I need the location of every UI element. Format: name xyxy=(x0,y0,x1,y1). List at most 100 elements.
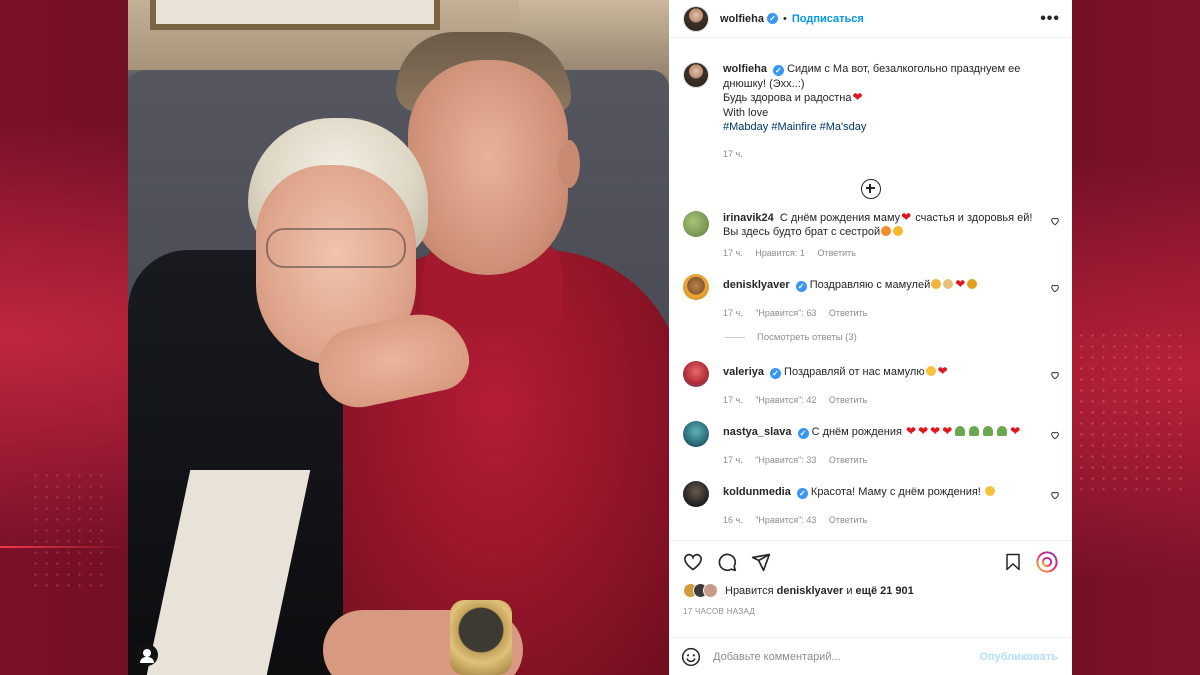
comment-text: denisklyaver ✓ Поздравляю с мамулей ❤ xyxy=(723,274,1038,300)
comment-text: irinavik24 С днём рождения маму❤ счастья… xyxy=(723,211,1038,240)
follow-button[interactable]: Подписаться xyxy=(792,13,864,25)
reply-button[interactable]: Ответить xyxy=(829,308,867,318)
comment-time: 17 ч. xyxy=(723,307,743,318)
heart-emoji: ❤ xyxy=(930,423,941,438)
comment-meta: 17 ч. Нравится: 1 Ответить xyxy=(723,248,1072,258)
comment-likes[interactable]: "Нравится": 43 xyxy=(755,515,816,525)
post-actions: Нравится denisklyaver и ещё 21 901 17 ЧА… xyxy=(669,540,1072,616)
commenter-avatar[interactable] xyxy=(683,273,709,300)
comment-item: nastya_slava ✓ С днём рождения ❤ ❤ ❤ ❤ ❤ xyxy=(669,420,1072,447)
tree-emoji xyxy=(983,425,994,436)
likes-user-link[interactable]: denisklyaver xyxy=(777,585,844,597)
caption-line1: Сидим с Ма вот, безалкогольно празднуем … xyxy=(787,63,1021,75)
add-circle-icon[interactable] xyxy=(860,178,881,199)
action-icons xyxy=(683,551,1058,573)
emoji-icon[interactable] xyxy=(681,647,701,667)
heart-emoji: ❤ xyxy=(942,423,953,438)
like-comment-heart-icon[interactable] xyxy=(1050,283,1060,293)
comment-likes[interactable]: "Нравится": 33 xyxy=(755,455,816,465)
bookmark-icon[interactable] xyxy=(1004,552,1022,572)
commenter-username[interactable]: nastya_slava xyxy=(723,426,792,438)
view-replies-button[interactable]: Посмотреть ответы (3) xyxy=(725,332,1072,343)
hashtag-link[interactable]: #Ma'sday xyxy=(820,121,867,133)
reply-button[interactable]: Ответить xyxy=(829,455,867,465)
tree-emoji xyxy=(997,425,1008,436)
separator-dot: • xyxy=(783,12,787,25)
comments-scroll-area[interactable]: wolfieha ✓ Сидим с Ма вот, безалкогольно … xyxy=(669,38,1072,540)
comment-time: 17 ч. xyxy=(723,394,743,405)
commenter-avatar[interactable] xyxy=(683,360,709,387)
caption-line4: With love xyxy=(723,106,769,119)
man-ear xyxy=(558,140,580,188)
caption-avatar[interactable] xyxy=(683,62,709,88)
author-username[interactable]: wolfieha xyxy=(720,13,764,25)
wristwatch xyxy=(450,600,512,675)
hashtag-link[interactable]: #Mainfire xyxy=(771,121,816,133)
share-icon[interactable] xyxy=(751,552,771,572)
verified-icon: ✓ xyxy=(769,367,781,379)
like-comment-heart-icon[interactable] xyxy=(1050,216,1060,226)
commenter-username[interactable]: koldunmedia xyxy=(723,486,791,498)
comment-text: valeriya ✓ Поздравляй от нас мамулю ❤ xyxy=(723,361,1038,387)
comment-icon[interactable] xyxy=(717,552,737,572)
glasses xyxy=(266,228,406,268)
kiss-emoji xyxy=(925,365,936,376)
reply-button[interactable]: Ответить xyxy=(829,515,867,525)
comment-item: koldunmedia ✓ Красота! Маму с днём рожден… xyxy=(669,480,1072,507)
likes-prefix: Нравится xyxy=(725,584,774,597)
decorative-dots xyxy=(1076,330,1186,490)
comment-input[interactable]: Добавьте комментарий... xyxy=(713,651,841,663)
clap-emoji xyxy=(931,278,942,289)
commenter-avatar[interactable] xyxy=(683,210,709,237)
post-photo[interactable] xyxy=(128,0,669,675)
author-avatar[interactable] xyxy=(683,5,709,32)
tree-emoji xyxy=(969,425,980,436)
more-options-icon[interactable]: ••• xyxy=(1040,10,1060,28)
verified-icon: ✓ xyxy=(796,487,808,499)
comment-body: Поздравляю с мамулей xyxy=(809,278,931,291)
commenter-username[interactable]: denisklyaver xyxy=(723,279,790,291)
comment-text: nastya_slava ✓ С днём рождения ❤ ❤ ❤ ❤ ❤ xyxy=(723,421,1038,447)
comment-body: С днём рождения xyxy=(811,425,902,438)
publish-button[interactable]: Опубликовать xyxy=(979,651,1058,663)
commenter-username[interactable]: irinavik24 xyxy=(723,212,774,224)
caption-username[interactable]: wolfieha xyxy=(723,63,767,75)
commenter-avatar[interactable] xyxy=(683,420,709,447)
view-replies-label[interactable]: Посмотреть ответы (3) xyxy=(757,332,857,343)
fire-emoji xyxy=(881,226,892,236)
commenter-avatar[interactable] xyxy=(683,480,709,507)
caption-time-text: 17 ч. xyxy=(723,148,743,159)
heart-emoji: ❤ xyxy=(1010,423,1021,438)
comment-item: irinavik24 С днём рождения маму❤ счастья… xyxy=(669,210,1072,240)
likes-count[interactable]: ещё 21 901 xyxy=(856,585,914,597)
like-comment-heart-icon[interactable] xyxy=(1050,430,1060,440)
likes-and: и xyxy=(846,584,853,597)
post-timestamp: 17 ЧАСОВ НАЗАД xyxy=(683,607,756,616)
comment-body: Поздравляй от нас мамулю xyxy=(784,365,925,378)
heart-emoji: ❤ xyxy=(906,423,917,438)
comment-body: С днём рождения маму xyxy=(779,211,901,224)
tree-emoji xyxy=(955,425,966,436)
decorative-dots-left xyxy=(30,470,110,590)
heart-icon[interactable] xyxy=(683,552,703,572)
likers-avatars[interactable] xyxy=(683,583,718,598)
heart-emoji: ❤ xyxy=(901,209,912,224)
commenter-username[interactable]: valeriya xyxy=(723,366,764,378)
comment-likes[interactable]: "Нравится": 63 xyxy=(755,308,816,318)
reply-button[interactable]: Ответить xyxy=(829,395,867,405)
reels-icon[interactable] xyxy=(1036,551,1058,573)
comment-item: valeriya ✓ Поздравляй от нас мамулю ❤ xyxy=(669,360,1072,387)
caption-time: 17 ч. xyxy=(723,149,1072,159)
comment-body: счастья и здоровья ей! xyxy=(912,211,1033,224)
hashtag-link[interactable]: #Mabday xyxy=(723,121,768,133)
likes-summary: Нравится denisklyaver и ещё 21 901 xyxy=(683,583,1058,598)
like-comment-heart-icon[interactable] xyxy=(1050,490,1060,500)
verified-icon: ✓ xyxy=(773,65,785,76)
caption-line2: днюшку! (Эхх..:) xyxy=(723,77,805,90)
comment-likes[interactable]: "Нравится": 42 xyxy=(755,395,816,405)
user-tag-icon[interactable] xyxy=(136,644,158,666)
like-comment-heart-icon[interactable] xyxy=(1050,370,1060,380)
reply-button[interactable]: Ответить xyxy=(817,248,855,258)
comment-likes[interactable]: Нравится: 1 xyxy=(755,248,805,258)
post-panel: wolfieha ✓ • Подписаться ••• wolfieha ✓ С… xyxy=(669,0,1072,675)
